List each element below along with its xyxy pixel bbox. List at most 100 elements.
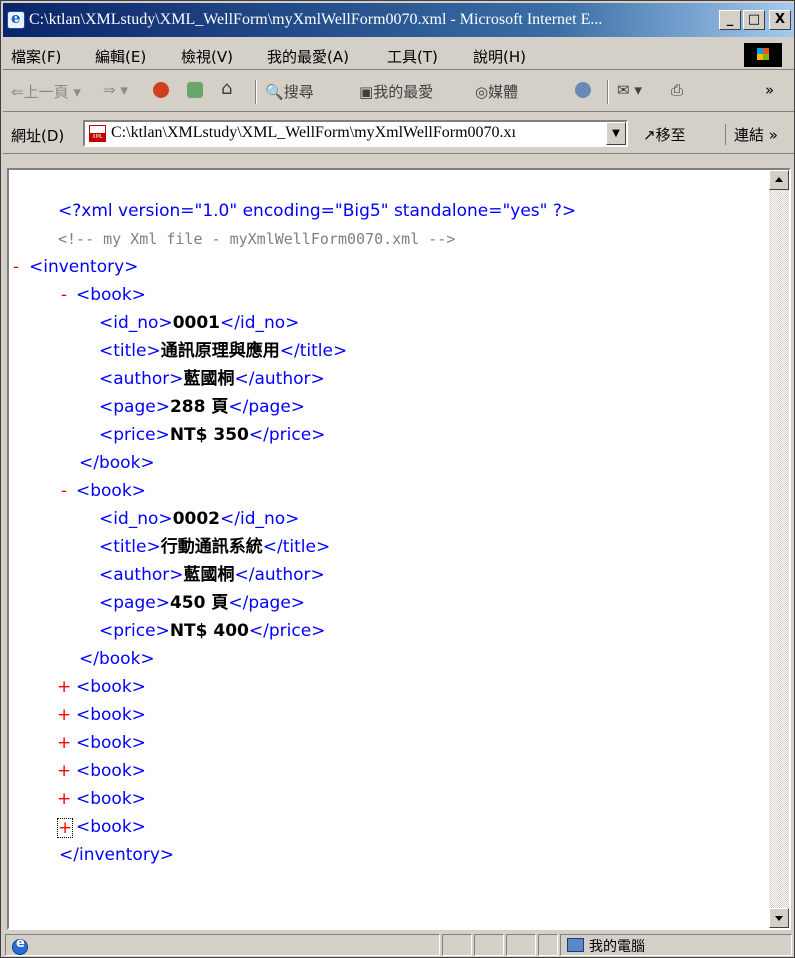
- minimize-button[interactable]: _: [719, 10, 741, 30]
- book-close-tag: </book>: [79, 453, 155, 473]
- standard-toolbar: ⇐上一頁 ▾ ⇒ ▾ ⌂ 🔍搜尋 ▣我的最愛 ◎媒體 ✉ ▾ ⎙ »: [3, 72, 794, 112]
- content-pane: <?xml version="1.0" encoding="Big5" stan…: [7, 168, 791, 930]
- toolbar-separator: [607, 80, 609, 104]
- search-button[interactable]: 🔍搜尋: [265, 81, 314, 102]
- home-button[interactable]: ⌂: [221, 78, 232, 99]
- mail-icon: ✉: [617, 81, 630, 99]
- collapse-toggle[interactable]: -: [57, 284, 71, 306]
- author-close-tag: </author>: [234, 565, 325, 585]
- status-panel: [442, 934, 472, 956]
- book-close-tag: </book>: [79, 649, 155, 669]
- toolbar-separator: [255, 80, 257, 104]
- xml-file-icon: [89, 125, 106, 142]
- go-button[interactable]: ↗移至: [643, 124, 686, 145]
- maximize-button[interactable]: □: [743, 10, 765, 30]
- price-value: NT$ 400: [169, 621, 249, 641]
- refresh-icon: [187, 82, 203, 98]
- media-button[interactable]: ◎媒體: [475, 81, 518, 102]
- id-no-open-tag: <id_no>: [99, 509, 173, 529]
- inventory-close-row: </inventory>: [59, 844, 174, 866]
- menu-favorites[interactable]: 我的最愛(A): [267, 46, 349, 67]
- price-row: <price>NT$ 350</price>: [99, 424, 325, 446]
- status-panel: [538, 934, 558, 956]
- book-open-tag: <book>: [76, 733, 146, 753]
- menu-bar: 檔案(F) 編輯(E) 檢視(V) 我的最愛(A) 工具(T) 說明(H): [3, 40, 794, 70]
- book-open-tag: <book>: [76, 817, 146, 837]
- xml-comment: <!-- my Xml file - myXmlWellForm0070.xml…: [58, 228, 455, 250]
- ie-window: C:\ktlan\XMLstudy\XML_WellForm\myXmlWell…: [0, 0, 795, 958]
- expand-toggle[interactable]: +: [57, 676, 71, 698]
- address-input[interactable]: C:\ktlan\XMLstudy\XML_WellForm\myXmlWell…: [83, 120, 628, 147]
- menu-view[interactable]: 檢視(V): [181, 46, 233, 67]
- search-icon: 🔍: [265, 83, 284, 101]
- price-value: NT$ 350: [169, 425, 249, 445]
- id-no-open-tag: <id_no>: [99, 313, 173, 333]
- expand-toggle-focused[interactable]: +: [57, 818, 73, 838]
- author-row: <author>藍國桐</author>: [99, 564, 325, 586]
- home-icon: ⌂: [221, 78, 233, 99]
- scroll-down-button[interactable]: [769, 908, 789, 928]
- page-close-tag: </page>: [228, 397, 306, 417]
- menu-edit[interactable]: 編輯(E): [95, 46, 146, 67]
- price-row: <price>NT$ 400</price>: [99, 620, 325, 642]
- refresh-button[interactable]: [187, 81, 203, 99]
- menu-file[interactable]: 檔案(F): [11, 46, 61, 67]
- collapse-toggle[interactable]: -: [57, 480, 71, 502]
- xml-tree-view: <?xml version="1.0" encoding="Big5" stan…: [9, 170, 767, 928]
- favorites-button[interactable]: ▣我的最愛: [359, 81, 433, 102]
- book-close-row: </book>: [79, 452, 155, 474]
- toolbar-overflow-button[interactable]: »: [765, 81, 774, 99]
- history-button[interactable]: [575, 81, 591, 99]
- xml-declaration: <?xml version="1.0" encoding="Big5" stan…: [58, 200, 576, 222]
- book-open-tag: <book>: [76, 705, 146, 725]
- menu-tools[interactable]: 工具(T): [387, 46, 438, 67]
- close-button[interactable]: X: [769, 10, 791, 30]
- book-open-tag: <book>: [76, 677, 146, 697]
- scroll-up-button[interactable]: [769, 170, 789, 190]
- page-value: 450 頁: [169, 593, 229, 613]
- price-open-tag: <price>: [99, 621, 170, 641]
- title-value: 通訊原理與應用: [160, 341, 280, 361]
- window-title: C:\ktlan\XMLstudy\XML_WellForm\myXmlWell…: [29, 11, 603, 28]
- collapse-toggle[interactable]: -: [9, 256, 23, 278]
- page-value: 288 頁: [169, 397, 229, 417]
- expand-toggle[interactable]: +: [57, 760, 71, 782]
- author-open-tag: <author>: [99, 565, 184, 585]
- page-close-tag: </page>: [228, 593, 306, 613]
- book-open-tag: <book>: [76, 761, 146, 781]
- favorites-label: 我的最愛: [373, 83, 434, 101]
- go-label: 移至: [655, 126, 686, 144]
- address-bar: 網址(D) C:\ktlan\XMLstudy\XML_WellForm\myX…: [3, 114, 794, 154]
- windows-logo-icon: [744, 43, 782, 67]
- my-computer-icon: [567, 938, 584, 952]
- links-button[interactable]: 連結 »: [725, 124, 778, 145]
- id-no-value: 0001: [172, 313, 221, 333]
- stop-button[interactable]: [153, 81, 169, 99]
- book-open-tag: <book>: [76, 285, 146, 305]
- media-label: 媒體: [488, 83, 519, 101]
- address-label: 網址(D): [11, 127, 65, 145]
- expand-toggle[interactable]: +: [57, 788, 71, 810]
- title-close-tag: </title>: [279, 341, 348, 361]
- title-row: <title>行動通訊系統</title>: [99, 536, 330, 558]
- vertical-scrollbar[interactable]: [769, 170, 789, 928]
- back-button[interactable]: ⇐上一頁 ▾: [11, 81, 81, 102]
- id-no-close-tag: </id_no>: [220, 313, 300, 333]
- author-open-tag: <author>: [99, 369, 184, 389]
- price-close-tag: </price>: [248, 425, 326, 445]
- price-close-tag: </price>: [248, 621, 326, 641]
- page-open-tag: <page>: [99, 593, 170, 613]
- address-dropdown-button[interactable]: ▼: [606, 122, 626, 145]
- forward-button[interactable]: ⇒ ▾: [103, 81, 128, 99]
- expand-toggle[interactable]: +: [57, 732, 71, 754]
- menu-help[interactable]: 說明(H): [473, 46, 526, 67]
- status-bar: 我的電腦: [3, 932, 794, 957]
- mail-button[interactable]: ✉ ▾: [617, 81, 642, 99]
- print-button[interactable]: ⎙: [671, 81, 683, 99]
- title-bar[interactable]: C:\ktlan\XMLstudy\XML_WellForm\myXmlWell…: [3, 3, 794, 37]
- ie-app-icon[interactable]: [7, 9, 25, 29]
- expand-toggle[interactable]: +: [57, 704, 71, 726]
- xml-declaration-text: <?xml version="1.0" encoding="Big5" stan…: [58, 201, 577, 221]
- title-open-tag: <title>: [99, 537, 161, 557]
- page-open-tag: <page>: [99, 397, 170, 417]
